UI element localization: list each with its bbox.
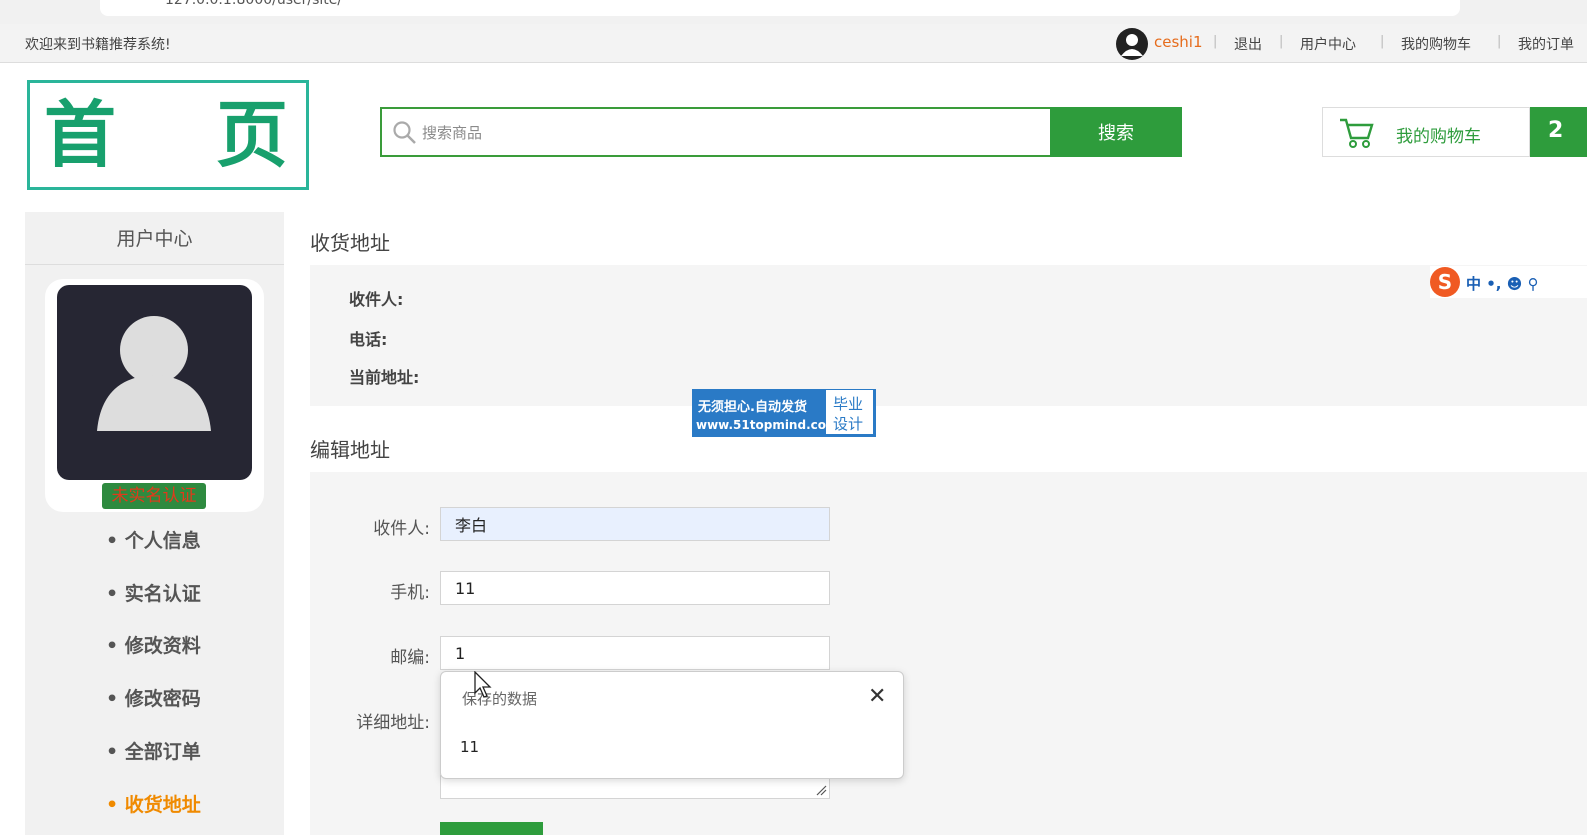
sidebar-item-real-name-auth[interactable]: • 实名认证 bbox=[106, 579, 201, 606]
recipient-input[interactable] bbox=[440, 507, 830, 541]
avatar[interactable] bbox=[57, 285, 252, 480]
address-section-title: 收货地址 bbox=[310, 231, 390, 255]
mouse-cursor-icon bbox=[474, 671, 492, 698]
edit-section-title: 编辑地址 bbox=[310, 438, 390, 462]
autofill-option[interactable]: 11 bbox=[460, 738, 479, 756]
search-icon bbox=[392, 120, 418, 150]
phone-label: 手机: bbox=[390, 583, 430, 603]
my-orders-link[interactable]: 我的订单 bbox=[1518, 34, 1587, 54]
user-avatar-icon[interactable] bbox=[1116, 28, 1148, 60]
sidebar-item-edit-profile[interactable]: • 修改资料 bbox=[106, 631, 201, 658]
recipient-label: 收件人: bbox=[373, 519, 430, 539]
watermark-right1: 毕业 bbox=[833, 395, 864, 413]
logo-char-page: 页 bbox=[216, 92, 289, 177]
my-cart-link[interactable]: 我的购物车 bbox=[1401, 34, 1471, 54]
cart-label: 我的购物车 bbox=[1396, 127, 1481, 147]
cart-icon bbox=[1338, 116, 1374, 154]
welcome-text: 欢迎来到书籍推荐系统! bbox=[25, 37, 171, 53]
separator: | bbox=[1380, 34, 1385, 49]
info-phone-label: 电话: bbox=[349, 330, 388, 349]
zip-input[interactable] bbox=[440, 636, 830, 670]
separator: | bbox=[1213, 34, 1218, 49]
phone-input[interactable] bbox=[440, 571, 830, 605]
username-link[interactable]: ceshi1 bbox=[1154, 33, 1203, 51]
zip-label: 邮编: bbox=[390, 648, 430, 668]
close-icon[interactable]: ✕ bbox=[868, 684, 886, 709]
sidebar-item-shipping-address[interactable]: • 收货地址 bbox=[106, 790, 201, 817]
sidebar-title: 用户中心 bbox=[25, 212, 284, 265]
sidebar-item-personal-info[interactable]: • 个人信息 bbox=[106, 526, 201, 553]
site-logo[interactable]: 首 页 bbox=[27, 80, 309, 190]
logout-link[interactable]: 退出 bbox=[1234, 34, 1262, 54]
verification-badge: 未实名认证 bbox=[102, 483, 206, 509]
submit-button[interactable] bbox=[440, 822, 543, 835]
ime-logo-icon[interactable]: S bbox=[1430, 267, 1460, 297]
logo-char-first: 首 bbox=[44, 92, 117, 177]
address-info-panel bbox=[310, 265, 1587, 406]
watermark-right2: 设计 bbox=[833, 415, 864, 433]
sidebar-item-all-orders[interactable]: • 全部订单 bbox=[106, 737, 201, 764]
search-button[interactable]: 搜索 bbox=[1050, 107, 1182, 157]
url-text: 127.0.0.1:8000/user/site/ bbox=[165, 0, 343, 8]
watermark-line1: 无须担心.自动发货 bbox=[698, 400, 807, 415]
resize-handle-icon[interactable] bbox=[815, 784, 827, 796]
separator: | bbox=[1497, 34, 1502, 49]
user-center-link[interactable]: 用户中心 bbox=[1300, 34, 1356, 54]
sidebar-item-change-password[interactable]: • 修改密码 bbox=[106, 684, 201, 711]
search-input[interactable] bbox=[420, 112, 1024, 154]
info-recipient-label: 收件人: bbox=[349, 290, 404, 309]
watermark-line2: www.51topmind.com bbox=[696, 418, 839, 432]
detail-address-label: 详细地址: bbox=[356, 713, 430, 733]
separator: | bbox=[1279, 34, 1284, 49]
info-address-label: 当前地址: bbox=[349, 368, 420, 387]
cart-count-badge: 2 bbox=[1530, 107, 1587, 157]
ime-status[interactable]: 中 •, ☻ ⚲ bbox=[1466, 273, 1539, 294]
